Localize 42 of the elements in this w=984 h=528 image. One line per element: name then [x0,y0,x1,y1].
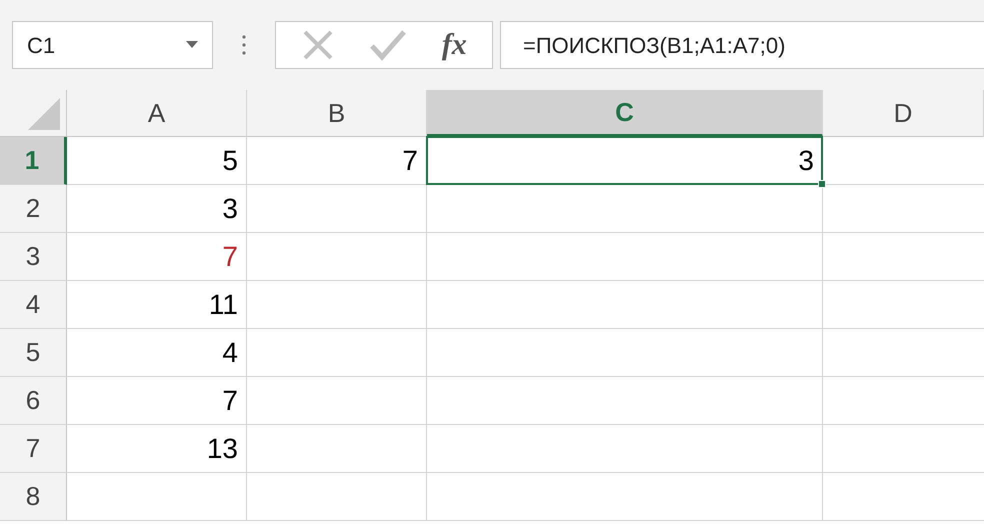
table-cell[interactable] [427,185,823,233]
column-header[interactable]: B [247,90,427,137]
row-header[interactable]: 6 [0,377,67,425]
column-header[interactable]: A [67,90,247,137]
table-cell[interactable] [427,377,823,425]
row-header[interactable]: 1 [0,137,67,185]
table-cell[interactable] [247,425,427,473]
table-cell[interactable]: 7 [67,233,247,281]
table-cell[interactable] [247,233,427,281]
name-box[interactable]: C1 [12,21,213,69]
table-cell[interactable] [427,473,823,521]
table-cell[interactable]: 13 [67,425,247,473]
dropdown-caret-icon [186,41,198,49]
select-all-triangle-icon[interactable] [28,98,60,130]
table-cell[interactable] [247,329,427,377]
row-header[interactable]: 7 [0,425,67,473]
formula-field[interactable]: =ПОИСКПОЗ(B1;A1:A7;0) [500,21,984,69]
row-header[interactable]: 4 [0,281,67,329]
table-cell[interactable] [247,281,427,329]
table-cell[interactable]: 11 [67,281,247,329]
column-header[interactable]: C [427,90,823,137]
row-header[interactable]: 5 [0,329,67,377]
table-cell[interactable] [427,281,823,329]
table-cell[interactable] [67,473,247,521]
table-cell[interactable] [247,185,427,233]
table-cell[interactable] [427,425,823,473]
table-cell[interactable] [427,233,823,281]
row-header[interactable]: 2 [0,185,67,233]
column-header[interactable]: D [823,90,984,137]
table-cell[interactable] [247,473,427,521]
insert-function-button[interactable]: fx [442,30,467,60]
more-options-icon[interactable] [242,34,246,56]
table-cell[interactable]: 7 [247,137,427,185]
table-cell[interactable]: 3 [427,137,823,185]
row-header[interactable]: 8 [0,473,67,521]
table-cell[interactable]: 3 [67,185,247,233]
row-header[interactable]: 3 [0,233,67,281]
table-cell[interactable]: 4 [67,329,247,377]
table-cell[interactable] [247,377,427,425]
table-cell[interactable] [427,329,823,377]
table-cell[interactable]: 7 [67,377,247,425]
table-cell[interactable]: 5 [67,137,247,185]
